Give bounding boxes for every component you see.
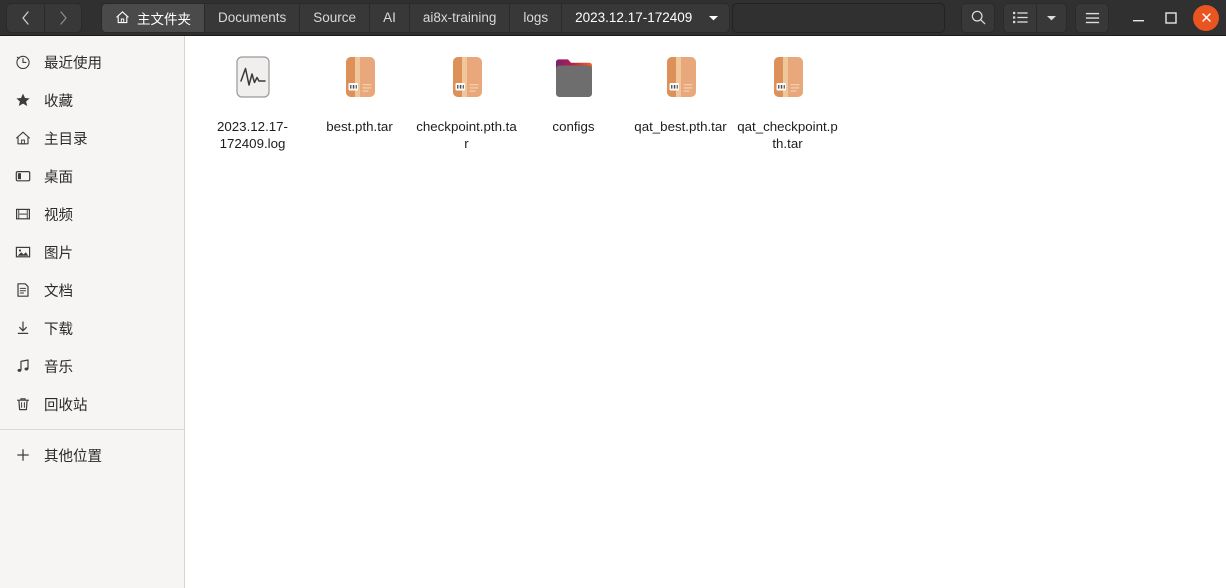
breadcrumb-item-source[interactable]: Source [300, 3, 371, 32]
navigation-buttons [6, 2, 82, 33]
close-icon [1201, 13, 1211, 22]
breadcrumb: 主文件夹 Documents Source AI ai8x-training l… [101, 2, 731, 33]
sidebar-item-label: 回收站 [44, 397, 88, 414]
file-item-log[interactable]: 2023.12.17-172409.log [199, 50, 306, 158]
forward-button[interactable] [44, 2, 82, 33]
sidebar-item-desktop[interactable]: 桌面 [0, 157, 184, 195]
file-grid: 2023.12.17-172409.log best.pth.tar check… [199, 50, 1216, 158]
chevron-down-icon [1047, 15, 1056, 20]
sidebar-item-label: 主目录 [44, 131, 88, 148]
sidebar-item-pictures[interactable]: 图片 [0, 233, 184, 271]
plus-icon [14, 447, 31, 464]
list-view-icon [1012, 11, 1028, 24]
desktop-icon [14, 168, 31, 185]
sidebar-item-label: 图片 [44, 245, 73, 262]
home-icon [116, 11, 129, 24]
sidebar-item-downloads[interactable]: 下载 [0, 309, 184, 347]
sidebar-item-other-locations[interactable]: 其他位置 [0, 436, 184, 474]
file-item-archive[interactable]: qat_checkpoint.pth.tar [734, 50, 841, 158]
window-body: 最近使用 收藏 主目录 桌面 视频 图片 文档 下载 音乐 回收站 其他位置 2… [0, 36, 1226, 588]
chevron-right-icon [59, 10, 67, 25]
file-name-label: checkpoint.pth.tar [416, 119, 517, 151]
hamburger-menu-icon [1085, 12, 1099, 23]
sidebar-item-label: 文档 [44, 283, 73, 300]
file-manager-window: 主文件夹 Documents Source AI ai8x-training l… [0, 0, 1226, 588]
sidebar-item-starred[interactable]: 收藏 [0, 81, 184, 119]
maximize-button[interactable] [1156, 3, 1186, 33]
file-item-archive[interactable]: qat_best.pth.tar [627, 50, 734, 158]
archive-file-icon [442, 53, 492, 111]
sidebar-item-recent[interactable]: 最近使用 [0, 43, 184, 81]
close-button[interactable] [1193, 4, 1219, 31]
main-menu-button[interactable] [1075, 2, 1109, 33]
breadcrumb-label: AI [383, 10, 396, 25]
chevron-down-icon [708, 10, 719, 25]
header-bar: 主文件夹 Documents Source AI ai8x-training l… [0, 0, 1226, 36]
breadcrumb-item-logs[interactable]: logs [510, 3, 563, 32]
breadcrumb-label: Source [313, 10, 357, 25]
home-icon [14, 130, 31, 147]
breadcrumb-item-ai8x-training[interactable]: ai8x-training [409, 3, 511, 32]
folder-icon [549, 53, 599, 111]
clock-icon [14, 54, 31, 71]
breadcrumb-label: Documents [218, 10, 287, 25]
sidebar-item-documents[interactable]: 文档 [0, 271, 184, 309]
search-icon [971, 10, 985, 25]
sidebar-item-trash[interactable]: 回收站 [0, 385, 184, 423]
back-button[interactable] [6, 2, 44, 33]
breadcrumb-item-current[interactable]: 2023.12.17-172409 [562, 3, 730, 32]
sidebar-item-label: 收藏 [44, 93, 73, 110]
file-name-label: qat_best.pth.tar [634, 119, 727, 134]
file-name-label: qat_checkpoint.pth.tar [737, 119, 838, 151]
sidebar-item-music[interactable]: 音乐 [0, 347, 184, 385]
window-controls [1123, 3, 1222, 33]
breadcrumb-item-ai[interactable]: AI [370, 3, 410, 32]
archive-file-icon [335, 53, 385, 111]
file-grid-area[interactable]: 2023.12.17-172409.log best.pth.tar check… [185, 36, 1226, 588]
path-entry-area[interactable] [732, 2, 945, 33]
sidebar-item-videos[interactable]: 视频 [0, 195, 184, 233]
file-item-archive[interactable]: best.pth.tar [306, 50, 413, 158]
sidebar-item-label: 音乐 [44, 359, 73, 376]
archive-file-icon [656, 53, 706, 111]
list-view-button[interactable] [1003, 2, 1037, 33]
breadcrumb-label: 主文件夹 [137, 11, 191, 27]
view-mode-controls [1003, 2, 1067, 33]
file-name-label: 2023.12.17-172409.log [217, 119, 288, 151]
maximize-icon [1165, 11, 1177, 24]
music-icon [14, 358, 31, 375]
chevron-left-icon [22, 10, 29, 25]
sidebar-item-label: 最近使用 [44, 55, 102, 72]
breadcrumb-label: logs [523, 10, 549, 25]
archive-file-icon [763, 53, 813, 111]
document-icon [14, 282, 31, 299]
star-icon [14, 92, 31, 109]
sidebar-divider [0, 429, 184, 430]
breadcrumb-label: ai8x-training [422, 10, 497, 25]
log-file-icon [228, 53, 278, 111]
file-name-label: configs [552, 119, 595, 134]
sidebar-item-label: 下载 [44, 321, 73, 338]
minimize-icon [1132, 19, 1144, 21]
image-icon [14, 244, 31, 261]
minimize-button[interactable] [1123, 3, 1153, 33]
sidebar-item-home[interactable]: 主目录 [0, 119, 184, 157]
breadcrumb-item-documents[interactable]: Documents [205, 3, 301, 32]
sidebar-item-label: 其他位置 [44, 448, 102, 465]
sidebar-item-label: 桌面 [44, 169, 73, 186]
download-icon [14, 320, 31, 337]
view-options-dropdown[interactable] [1037, 2, 1067, 33]
breadcrumb-label: 2023.12.17-172409 [575, 10, 693, 25]
sidebar-item-label: 视频 [44, 207, 73, 224]
trash-icon [14, 396, 31, 413]
file-name-label: best.pth.tar [326, 119, 393, 134]
film-icon [14, 206, 31, 223]
file-item-archive[interactable]: checkpoint.pth.tar [413, 50, 520, 158]
breadcrumb-item-home[interactable]: 主文件夹 [102, 3, 205, 32]
sidebar: 最近使用 收藏 主目录 桌面 视频 图片 文档 下载 音乐 回收站 其他位置 [0, 36, 185, 588]
search-button[interactable] [961, 2, 995, 33]
file-item-folder[interactable]: configs [520, 50, 627, 158]
